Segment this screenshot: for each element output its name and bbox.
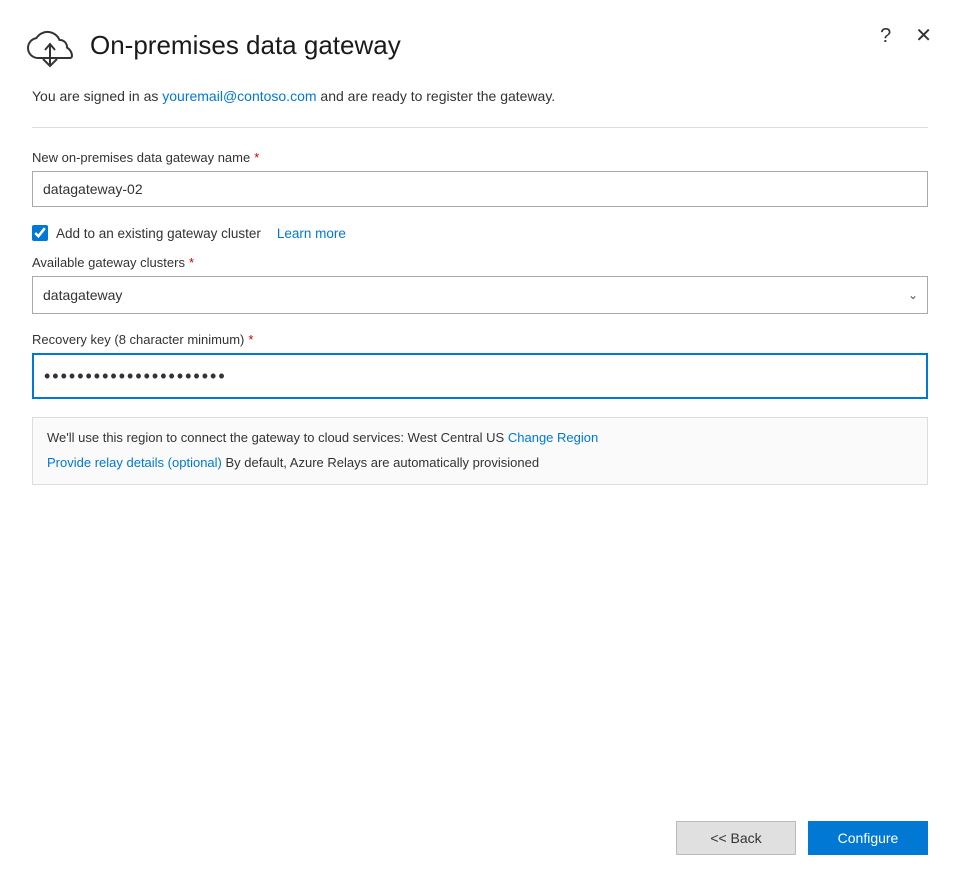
signed-in-prefix: You are signed in as	[32, 88, 162, 104]
region-info-box: We'll use this region to connect the gat…	[32, 417, 928, 485]
change-region-link[interactable]: Change Region	[508, 430, 598, 445]
relay-info: By default, Azure Relays are automatical…	[222, 455, 539, 470]
relay-details-link[interactable]: Provide relay details (optional)	[47, 455, 222, 470]
signed-in-text: You are signed in as youremail@contoso.c…	[32, 86, 928, 107]
region-value: West Central US	[408, 430, 505, 445]
learn-more-link[interactable]: Learn more	[277, 226, 346, 241]
required-star-cluster: *	[189, 255, 194, 270]
cluster-select-wrapper: datagateway ⌄	[32, 276, 928, 314]
recovery-key-label: Recovery key (8 character minimum)*	[32, 332, 928, 347]
checkbox-row: Add to an existing gateway cluster Learn…	[32, 225, 928, 241]
required-star-name: *	[254, 150, 259, 165]
help-button[interactable]: ?	[876, 24, 895, 48]
gateway-name-label: New on-premises data gateway name*	[32, 150, 928, 165]
region-info-prefix: We'll use this region to connect the gat…	[47, 430, 408, 445]
dialog-titlebar: On-premises data gateway ? ✕	[0, 0, 960, 86]
add-to-cluster-checkbox[interactable]	[32, 225, 48, 241]
title-section: On-premises data gateway	[24, 22, 401, 70]
cluster-field-group: Available gateway clusters* datagateway …	[32, 255, 928, 314]
cluster-label: Available gateway clusters*	[32, 255, 928, 270]
titlebar-controls: ? ✕	[876, 22, 936, 48]
divider	[32, 127, 928, 128]
dialog: On-premises data gateway ? ✕ You are sig…	[0, 0, 960, 887]
cloud-icon	[24, 22, 76, 70]
recovery-key-input[interactable]	[32, 353, 928, 399]
back-button[interactable]: << Back	[676, 821, 796, 855]
dialog-title: On-premises data gateway	[90, 30, 401, 61]
dialog-body: You are signed in as youremail@contoso.c…	[0, 86, 960, 805]
dialog-footer: << Back Configure	[0, 805, 960, 887]
configure-button[interactable]: Configure	[808, 821, 928, 855]
cluster-select[interactable]: datagateway	[32, 276, 928, 314]
form-section: New on-premises data gateway name* Add t…	[32, 150, 928, 781]
gateway-name-field-group: New on-premises data gateway name*	[32, 150, 928, 207]
required-star-recovery: *	[248, 332, 253, 347]
gateway-name-input[interactable]	[32, 171, 928, 207]
relay-line: Provide relay details (optional) By defa…	[47, 453, 913, 474]
signed-in-suffix: and are ready to register the gateway.	[317, 88, 556, 104]
email-link[interactable]: youremail@contoso.com	[162, 88, 316, 104]
close-button[interactable]: ✕	[911, 24, 936, 48]
recovery-key-field-group: Recovery key (8 character minimum)*	[32, 332, 928, 399]
checkbox-label: Add to an existing gateway cluster	[56, 226, 261, 241]
